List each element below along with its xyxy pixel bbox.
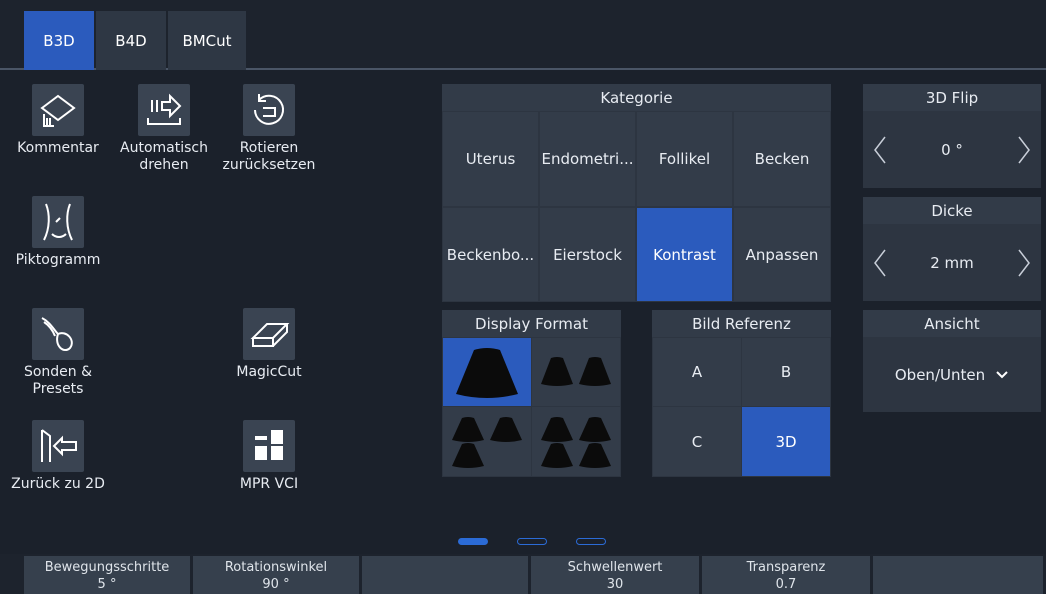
automatisch-drehen-label: Automatisch drehen (112, 140, 216, 174)
param-label: Rotationswinkel (224, 560, 328, 575)
kategorie-item-follikel[interactable]: Follikel (637, 112, 732, 206)
ansicht-panel: Ansicht Oben/Unten (863, 310, 1041, 412)
ansicht-value: Oben/Unten (894, 366, 986, 384)
piktogramm-label: Piktogramm (15, 252, 101, 268)
label-line: zurücksetzen (222, 157, 316, 173)
dicke-title: Dicke (863, 197, 1041, 224)
label-line: Sonden & (23, 364, 93, 380)
magiccut-button[interactable]: MagicCut (214, 308, 324, 381)
label-line: Rotieren (239, 140, 299, 156)
kommentar-button[interactable]: Kommentar (8, 84, 108, 157)
format-triple-button[interactable] (443, 407, 531, 476)
kategorie-item-kontrast[interactable]: Kontrast (637, 208, 732, 301)
label-line: Presets (32, 381, 84, 397)
param-value: 5 ° (97, 577, 117, 592)
param-transparenz[interactable]: Transparenz 0.7 (702, 556, 870, 594)
dicke-increase-button[interactable] (1009, 225, 1039, 301)
param-bewegungsschritte[interactable]: Bewegungsschritte 5 ° (24, 556, 190, 594)
zurueck-zu-2d-label: Zurück zu 2D (11, 476, 105, 492)
rotieren-zuruecksetzen-label: Rotieren zurücksetzen (214, 140, 324, 174)
probe-icon (32, 308, 84, 360)
chevron-right-icon (1018, 136, 1030, 164)
parameter-bar: Bewegungsschritte 5 ° Rotationswinkel 90… (0, 554, 1046, 594)
sonden-presets-button[interactable]: Sonden & Presets (8, 308, 108, 398)
tab-label: BMCut (182, 31, 232, 50)
auto-rotate-icon (138, 84, 190, 136)
label-line: Automatisch (120, 140, 208, 156)
display-format-title: Display Format (442, 310, 621, 337)
tab-b4d[interactable]: B4D (96, 11, 166, 70)
zurueck-zu-2d-button[interactable]: Zurück zu 2D (4, 420, 112, 493)
kategorie-item-uterus[interactable]: Uterus (443, 112, 538, 206)
kategorie-panel: Kategorie Uterus Endometri... Follikel B… (442, 84, 831, 302)
referenz-b-button[interactable]: B (742, 338, 830, 406)
tab-label: B4D (115, 31, 147, 50)
referenz-a-button[interactable]: A (653, 338, 741, 406)
dicke-panel: Dicke 2 mm (863, 197, 1041, 301)
triple-sector-icon (452, 416, 522, 468)
ansicht-dropdown[interactable]: Oben/Unten (863, 338, 1041, 412)
layout-grid-icon (243, 420, 295, 472)
back-to-2d-icon (32, 420, 84, 472)
format-quad-button[interactable] (532, 407, 620, 476)
single-sector-icon (456, 348, 518, 398)
flip-title: 3D Flip (863, 84, 1041, 111)
param-empty-slot (362, 556, 528, 594)
param-label: Transparenz (746, 560, 826, 575)
eraser-icon (243, 308, 295, 360)
piktogramm-button[interactable]: Piktogramm (8, 196, 108, 269)
chevron-down-icon (996, 371, 1008, 379)
magiccut-label: MagicCut (236, 364, 302, 380)
tab-label: B3D (43, 31, 75, 50)
quad-sector-icon (541, 416, 611, 468)
chevron-right-icon (1018, 249, 1030, 277)
mpr-vci-button[interactable]: MPR VCI (214, 420, 324, 493)
param-schwellenwert[interactable]: Schwellenwert 30 (531, 556, 699, 594)
reset-rotation-icon (243, 84, 295, 136)
flip-panel: 3D Flip 0 ° (863, 84, 1041, 188)
param-value: 0.7 (775, 577, 797, 592)
kategorie-item-eierstock[interactable]: Eierstock (540, 208, 635, 301)
flip-increase-button[interactable] (1009, 112, 1039, 188)
kategorie-item-anpassen[interactable]: Anpassen (734, 208, 830, 301)
format-single-button[interactable] (443, 338, 531, 406)
page-dot[interactable] (517, 538, 547, 545)
tab-bmcut[interactable]: BMCut (168, 11, 246, 70)
ultrasound-3d-control-screen: B3D B4D BMCut Kommentar Automatisch drehe… (0, 0, 1046, 594)
body-pictogram-icon (32, 196, 84, 248)
param-value: 30 (606, 577, 624, 592)
bild-referenz-panel: Bild Referenz A B C 3D (652, 310, 831, 477)
kategorie-item-endometrium[interactable]: Endometri... (540, 112, 635, 206)
param-value: 90 ° (262, 577, 290, 592)
dual-sector-icon (541, 357, 611, 386)
display-format-panel: Display Format (442, 310, 621, 477)
label-line: drehen (139, 157, 189, 173)
rotieren-zuruecksetzen-button[interactable]: Rotieren zurücksetzen (214, 84, 324, 174)
param-rotationswinkel[interactable]: Rotationswinkel 90 ° (193, 556, 359, 594)
kategorie-item-becken[interactable]: Becken (734, 112, 830, 206)
format-dual-button[interactable] (532, 338, 620, 406)
page-indicator (458, 538, 608, 546)
param-label: Bewegungsschritte (44, 560, 170, 575)
param-label: Schwellenwert (567, 560, 663, 575)
tab-b3d[interactable]: B3D (24, 11, 94, 70)
mode-tab-bar: B3D B4D BMCut (0, 0, 1046, 70)
kategorie-title: Kategorie (442, 84, 831, 111)
kategorie-item-beckenboden[interactable]: Beckenbo... (443, 208, 538, 301)
param-empty-slot (873, 556, 1043, 594)
mpr-vci-label: MPR VCI (239, 476, 299, 492)
page-dot[interactable] (576, 538, 606, 545)
referenz-c-button[interactable]: C (653, 407, 741, 476)
ansicht-title: Ansicht (863, 310, 1041, 337)
sonden-presets-label: Sonden & Presets (8, 364, 108, 398)
automatisch-drehen-button[interactable]: Automatisch drehen (112, 84, 216, 174)
page-dot[interactable] (458, 538, 488, 545)
annotation-icon (32, 84, 84, 136)
bild-referenz-title: Bild Referenz (652, 310, 831, 337)
referenz-3d-button[interactable]: 3D (742, 407, 830, 476)
kommentar-label: Kommentar (17, 140, 99, 156)
